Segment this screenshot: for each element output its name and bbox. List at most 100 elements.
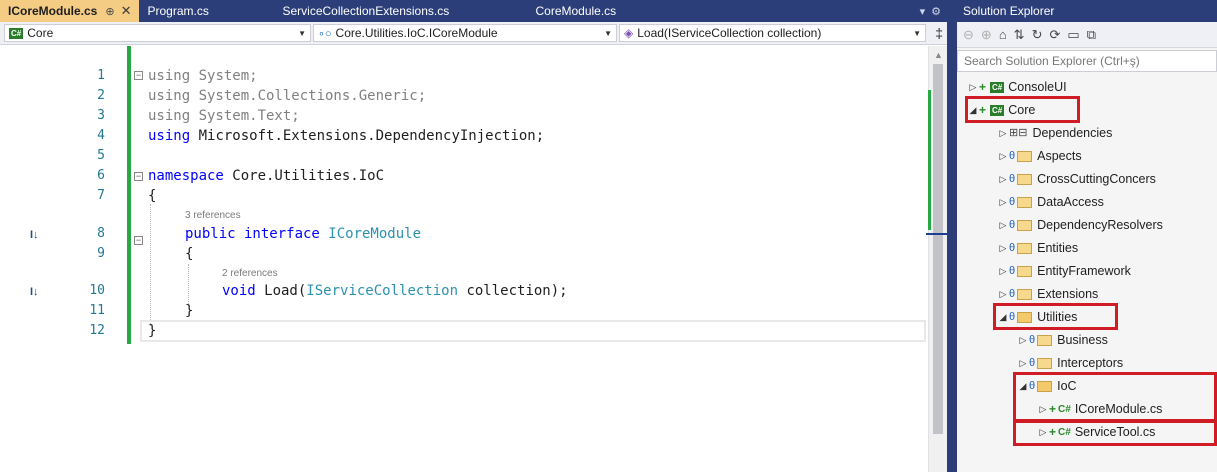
folder-icon — [1017, 151, 1033, 162]
tab-program[interactable]: Program.cs — [139, 0, 274, 22]
highlight-box-ioc — [1013, 372, 1217, 422]
keyword: void — [222, 283, 256, 299]
keyword: public interface — [185, 226, 320, 242]
code-text: { — [185, 246, 194, 262]
expand-icon[interactable]: ▷ — [997, 145, 1009, 168]
tree-node-label: Entities — [1037, 241, 1079, 255]
code-line: 11 } — [0, 301, 928, 321]
keyword: using — [148, 68, 191, 84]
csharp-project-icon: C# — [990, 82, 1005, 93]
references-codelens[interactable]: 2 references — [222, 268, 278, 279]
tree-node-label: DependencyResolvers — [1037, 218, 1163, 232]
expand-icon[interactable]: ▷ — [997, 237, 1009, 260]
highlight-box-utilities — [993, 303, 1118, 330]
chevron-down-icon: ▼ — [604, 28, 612, 38]
expand-icon[interactable]: ▷ — [997, 260, 1009, 283]
back-icon[interactable]: ⊖ — [963, 27, 974, 43]
expand-icon[interactable]: ▷ — [997, 191, 1009, 214]
show-all-files-icon[interactable]: ⧉ — [1087, 27, 1096, 43]
expand-icon[interactable]: ▷ — [1017, 329, 1029, 352]
lock-icon: θ — [1009, 242, 1016, 254]
tree-node-dataaccess[interactable]: ▷ θ DataAccess — [997, 191, 1104, 214]
lock-icon: θ — [1009, 265, 1016, 277]
references-codelens[interactable]: 3 references — [185, 210, 241, 221]
tree-node-label: DataAccess — [1037, 195, 1104, 209]
code-line: 10 void Load(IServiceCollection collecti… — [0, 281, 928, 301]
keyword: namespace — [148, 168, 224, 184]
member-dropdown[interactable]: ◈ Load(IServiceCollection collection) ▼ — [619, 24, 926, 42]
line-number: 12 — [89, 323, 105, 338]
code-line: 9 { — [0, 244, 928, 264]
folder-icon — [1017, 289, 1033, 300]
folder-icon — [1017, 266, 1033, 277]
scroll-up-icon[interactable]: ▲ — [934, 50, 943, 60]
solution-explorer: Solution Explorer ⊖ ⊕ ⌂ ⇅ ↻ ⟳ ▭ ⧉ Search… — [947, 0, 1217, 472]
code-editor: ICoreModule.cs ⊕ ✕ Program.cs ServiceCol… — [0, 0, 947, 472]
split-window-icon[interactable]: ‡ — [935, 25, 943, 41]
pin-icon[interactable]: ⊕ — [105, 5, 114, 18]
tab-servicecollectionextensions[interactable]: ServiceCollectionExtensions.cs — [274, 0, 527, 22]
pending-changes-filter-icon[interactable]: ↻ — [1032, 27, 1043, 43]
type-dropdown[interactable]: ∘○ Core.Utilities.IoC.ICoreModule ▼ — [313, 24, 617, 42]
dependencies-icon: ⊞⊟ — [1009, 127, 1028, 139]
tree-node-label: CrossCuttingConcers — [1037, 172, 1156, 186]
scroll-thumb[interactable] — [933, 64, 943, 434]
method-icon: ◈ — [624, 26, 634, 40]
line-number: 9 — [97, 246, 105, 261]
tree-node-dependencyresolvers[interactable]: ▷ θ DependencyResolvers — [997, 214, 1163, 237]
folder-icon — [1037, 358, 1053, 369]
tree-node-aspects[interactable]: ▷ θ Aspects — [997, 145, 1082, 168]
code-line: 6 namespace Core.Utilities.IoC — [0, 166, 928, 186]
tree-node-entities[interactable]: ▷ θ Entities — [997, 237, 1079, 260]
tree-node-label: EntityFramework — [1037, 264, 1131, 278]
tree-node-label: Business — [1057, 333, 1108, 347]
tab-label: CoreModule.cs — [535, 4, 617, 18]
solution-explorer-toolbar: ⊖ ⊕ ⌂ ⇅ ↻ ⟳ ▭ ⧉ — [957, 22, 1217, 48]
switch-views-icon[interactable]: ⇅ — [1014, 27, 1025, 43]
line-number: 4 — [97, 128, 105, 143]
sync-icon[interactable]: ⟳ — [1049, 27, 1060, 43]
code-area[interactable]: − − − I↓ I↓ 1 using System; 2 using Syst… — [0, 46, 928, 472]
code-line: 1 using System; — [0, 66, 928, 86]
close-icon[interactable]: ✕ — [121, 3, 132, 19]
tab-tools: ▾ ⚙ — [920, 0, 947, 22]
navigation-bar: C# Core ▼ ∘○ Core.Utilities.IoC.ICoreMod… — [0, 22, 947, 45]
change-indicator — [127, 46, 131, 64]
code-line: 5 — [0, 146, 928, 166]
type-name: ICoreModule — [319, 226, 422, 242]
tree-node-dependencies[interactable]: ▷ ⊞⊟ Dependencies — [997, 122, 1113, 145]
code-line: 8 public interface ICoreModule — [0, 224, 928, 244]
forward-icon[interactable]: ⊕ — [981, 27, 992, 43]
tab-label: ServiceCollectionExtensions.cs — [282, 4, 450, 18]
chevron-down-icon: ▼ — [913, 28, 921, 38]
expand-icon[interactable]: ▷ — [997, 122, 1009, 145]
change-marker — [928, 90, 931, 230]
tree-node-entityframework[interactable]: ▷ θ EntityFramework — [997, 260, 1131, 283]
search-input[interactable]: Search Solution Explorer (Ctrl+ş) — [957, 50, 1217, 72]
code-text: using System.Collections.Generic; — [148, 88, 427, 104]
chevron-down-icon: ▼ — [298, 28, 306, 38]
member-name: Load(IServiceCollection collection) — [637, 26, 822, 40]
settings-icon[interactable]: ⚙ — [931, 5, 941, 18]
tree-node-business[interactable]: ▷ θ Business — [1017, 329, 1108, 352]
type-name: Core.Utilities.IoC.ICoreModule — [335, 26, 498, 40]
line-number: 1 — [97, 68, 105, 83]
code-line: 2 using System.Collections.Generic; — [0, 86, 928, 106]
document-tab-bar: ICoreModule.cs ⊕ ✕ Program.cs ServiceCol… — [0, 0, 947, 22]
project-name: Core — [27, 26, 54, 40]
folder-icon — [1037, 335, 1053, 346]
tab-icoremodule[interactable]: ICoreModule.cs ⊕ ✕ — [0, 0, 140, 22]
folder-icon — [1017, 243, 1033, 254]
tab-coremodule[interactable]: CoreModule.cs — [527, 0, 756, 22]
expand-icon[interactable]: ▷ — [997, 168, 1009, 191]
home-icon[interactable]: ⌂ — [999, 27, 1007, 42]
tree-node-crosscuttingconcers[interactable]: ▷ θ CrossCuttingConcers — [997, 168, 1156, 191]
tab-list-dropdown-icon[interactable]: ▾ — [920, 5, 926, 18]
lock-icon: θ — [1009, 173, 1016, 185]
line-number: 7 — [97, 188, 105, 203]
keyword: using — [148, 128, 191, 144]
code-text: Microsoft.Extensions.DependencyInjection… — [190, 128, 545, 144]
expand-icon[interactable]: ▷ — [997, 214, 1009, 237]
collapse-all-icon[interactable]: ▭ — [1067, 27, 1079, 43]
project-dropdown[interactable]: C# Core ▼ — [4, 24, 311, 42]
